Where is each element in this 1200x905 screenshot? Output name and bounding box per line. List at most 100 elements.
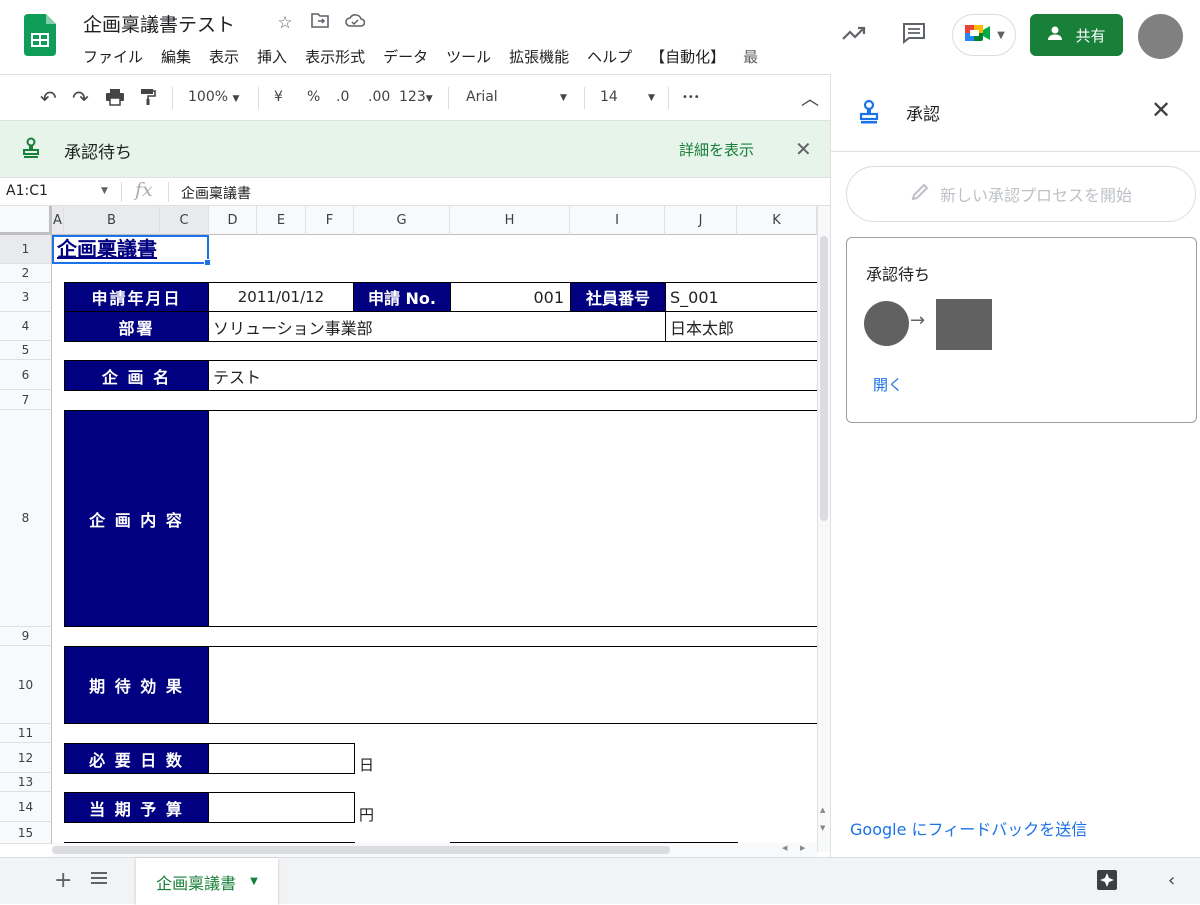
share-button[interactable]: 共有 [1030, 14, 1123, 56]
row-header-1[interactable]: 1 [0, 235, 52, 264]
all-sheets-icon[interactable] [90, 870, 108, 890]
vertical-scrollbar[interactable]: ▲ ▼ [817, 206, 830, 852]
font-chevron-icon[interactable]: ▼ [560, 93, 567, 103]
explore-icon[interactable] [1096, 869, 1118, 895]
menu-view[interactable]: 表示 [209, 46, 239, 67]
sheet-title-cell[interactable]: 企画稟議書 [52, 235, 209, 264]
zoom-select[interactable]: 100% ▼ [188, 89, 239, 105]
open-link[interactable]: 開く [873, 374, 903, 395]
show-details-link[interactable]: 詳細を表示 [679, 139, 754, 160]
menu-file[interactable]: ファイル [83, 46, 143, 67]
scroll-right-icon[interactable]: ▶ [800, 844, 805, 852]
document-title[interactable]: 企画稟議書テスト [83, 10, 235, 37]
scroll-down-icon[interactable]: ▼ [820, 824, 825, 832]
row-header-8[interactable]: 8 [0, 410, 52, 627]
horizontal-scroll-thumb[interactable] [52, 846, 670, 854]
menu-last-edit[interactable]: 最 [743, 46, 758, 67]
column-header-d[interactable]: D [209, 206, 257, 235]
row-header-10[interactable]: 10 [0, 646, 52, 724]
scroll-left-icon[interactable]: ◀ [782, 844, 787, 852]
row-header-14[interactable]: 14 [0, 792, 52, 822]
print-icon[interactable] [105, 88, 125, 110]
column-header-b[interactable]: B [64, 206, 160, 235]
apply-no-cell[interactable]: 001 [450, 282, 571, 312]
column-header-h[interactable]: H [450, 206, 570, 235]
font-size-chevron-icon[interactable]: ▼ [648, 93, 655, 103]
increase-decimal-button[interactable]: .00 [368, 89, 390, 105]
column-header-f[interactable]: F [306, 206, 354, 235]
name-box-chevron-icon[interactable]: ▼ [101, 186, 108, 196]
column-header-a[interactable]: A [52, 206, 64, 235]
close-panel-icon[interactable]: ✕ [1151, 96, 1171, 124]
menu-data[interactable]: データ [383, 46, 428, 67]
menu-tools[interactable]: ツール [446, 46, 491, 67]
close-icon[interactable]: ✕ [795, 137, 812, 161]
column-header-j[interactable]: J [665, 206, 737, 235]
menu-automation[interactable]: 【自動化】 [650, 46, 725, 67]
move-folder-icon[interactable] [309, 12, 331, 34]
menu-help[interactable]: ヘルプ [587, 46, 632, 67]
sheet-tab[interactable]: 企画稟議書 ▼ [136, 858, 278, 905]
required-days-cell[interactable] [208, 743, 355, 774]
font-select[interactable]: Arial [466, 89, 498, 105]
fill-handle[interactable] [204, 259, 211, 266]
trending-icon[interactable] [841, 23, 867, 45]
paint-format-icon[interactable] [140, 88, 156, 110]
row-header-3[interactable]: 3 [0, 283, 52, 312]
plan-name-cell[interactable]: テスト [208, 360, 817, 391]
percent-format-button[interactable]: % [307, 89, 320, 105]
apply-date-cell[interactable]: 2011/01/12 [208, 282, 354, 312]
menu-edit[interactable]: 編集 [161, 46, 191, 67]
menu-insert[interactable]: 挿入 [257, 46, 287, 67]
column-header-k[interactable]: K [737, 206, 817, 235]
emp-no-cell[interactable]: S_001 [665, 282, 817, 312]
sheets-logo-icon[interactable] [24, 14, 56, 56]
sheet-tab-chevron-icon[interactable]: ▼ [250, 876, 258, 887]
dept-cell[interactable]: ソリューション事業部 [208, 311, 666, 342]
collapse-toolbar-icon[interactable]: ︿ [801, 85, 819, 111]
font-size-select[interactable]: 14 [600, 89, 618, 105]
currency-format-button[interactable]: ¥ [274, 89, 283, 105]
plan-content-cell[interactable] [208, 410, 817, 627]
row-header-6[interactable]: 6 [0, 360, 52, 390]
column-header-e[interactable]: E [257, 206, 306, 235]
vertical-scroll-thumb[interactable] [820, 236, 828, 521]
more-options-icon[interactable]: ••• [682, 92, 700, 103]
row-header-9[interactable]: 9 [0, 627, 52, 646]
feedback-link[interactable]: Google にフィードバックを送信 [850, 816, 1087, 840]
spreadsheet-grid[interactable]: A B C D E F G H I J K 1 2 3 4 5 6 7 8 9 … [0, 206, 817, 852]
avatar[interactable] [1138, 14, 1183, 59]
expected-effect-cell[interactable] [208, 646, 817, 724]
budget-cell[interactable] [208, 792, 355, 823]
row-header-7[interactable]: 7 [0, 390, 52, 410]
start-approval-button[interactable]: 新しい承認プロセスを開始 [846, 166, 1196, 222]
row-header-15[interactable]: 15 [0, 822, 52, 844]
name-cell[interactable]: 日本太郎 [665, 311, 817, 342]
column-header-i[interactable]: I [570, 206, 665, 235]
number-format-select[interactable]: 123▼ [399, 89, 433, 105]
row-header-13[interactable]: 13 [0, 773, 52, 792]
menu-extensions[interactable]: 拡張機能 [509, 46, 569, 67]
row-header-2[interactable]: 2 [0, 264, 52, 283]
horizontal-scrollbar[interactable]: ◀ ▶ [52, 843, 817, 857]
row-header-11[interactable]: 11 [0, 724, 52, 743]
collapse-panel-icon[interactable]: ‹ [1168, 870, 1175, 891]
row-header-4[interactable]: 4 [0, 312, 52, 341]
meet-button[interactable]: ▼ [952, 14, 1016, 56]
row-header-5[interactable]: 5 [0, 341, 52, 360]
column-header-g[interactable]: G [354, 206, 450, 235]
name-box[interactable]: A1:C1 [6, 183, 48, 199]
comment-icon[interactable] [902, 22, 926, 45]
decrease-decimal-button[interactable]: .0 [336, 89, 349, 105]
row-header-12[interactable]: 12 [0, 743, 52, 773]
scroll-up-icon[interactable]: ▲ [820, 806, 825, 814]
menu-format[interactable]: 表示形式 [305, 46, 365, 67]
star-icon[interactable]: ☆ [274, 12, 296, 34]
undo-icon[interactable]: ↶ [40, 86, 57, 110]
redo-icon[interactable]: ↷ [72, 86, 89, 110]
cloud-saved-icon[interactable] [344, 12, 366, 34]
add-sheet-icon[interactable]: + [54, 868, 72, 893]
select-all-corner[interactable] [0, 206, 52, 235]
formula-input[interactable]: 企画稟議書 [181, 183, 251, 203]
column-header-c[interactable]: C [160, 206, 209, 235]
